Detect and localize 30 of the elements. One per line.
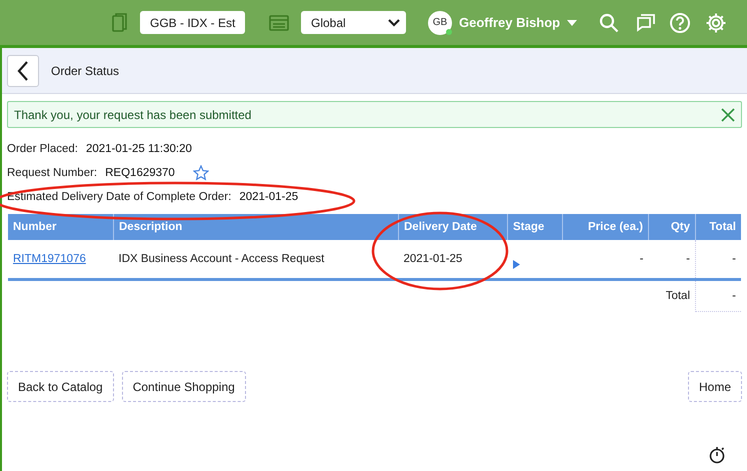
table-cell: IDX Business Account - Access Request	[114, 240, 398, 280]
table-cell: 2021-01-25	[398, 240, 508, 280]
column-header[interactable]: Price (ea.)	[562, 214, 648, 240]
item-link[interactable]: RITM1971076	[13, 253, 86, 265]
detail-label: Request Number:	[7, 167, 98, 179]
alert-message: Thank you, your request has been submitted	[14, 108, 252, 122]
total-label: Total	[8, 280, 696, 312]
detail-value: 2021-01-25	[239, 191, 298, 203]
page-title: Order Status	[51, 64, 120, 78]
action-button[interactable]: Continue Shopping	[122, 371, 246, 402]
detail-value: REQ1629370	[105, 167, 175, 179]
column-header[interactable]: Description	[114, 214, 398, 240]
column-header[interactable]: Total	[696, 214, 741, 240]
home-button[interactable]: Home	[688, 371, 742, 402]
column-header[interactable]: Qty	[648, 214, 696, 240]
user-menu[interactable]: GB Geoffrey Bishop	[428, 10, 578, 34]
column-header[interactable]: Stage	[508, 214, 562, 240]
dropdown[interactable]: GGB - IDX - Est	[140, 11, 245, 34]
action-button[interactable]: Back to Catalog	[7, 371, 114, 402]
detail-label: Estimated Delivery Date of Complete Order:	[7, 191, 232, 203]
table-cell: -	[696, 240, 741, 280]
table-cell: -	[562, 240, 648, 280]
detail-label: Order Placed:	[7, 143, 78, 155]
total-value: -	[696, 280, 741, 312]
column-header[interactable]: Number	[8, 214, 114, 240]
detail-value: 2021-01-25 11:30:20	[86, 143, 192, 155]
column-header[interactable]: Delivery Date	[398, 214, 508, 240]
table-cell: -	[648, 240, 696, 280]
dropdown[interactable]: Global	[301, 11, 406, 34]
avatar: GB	[428, 10, 452, 34]
